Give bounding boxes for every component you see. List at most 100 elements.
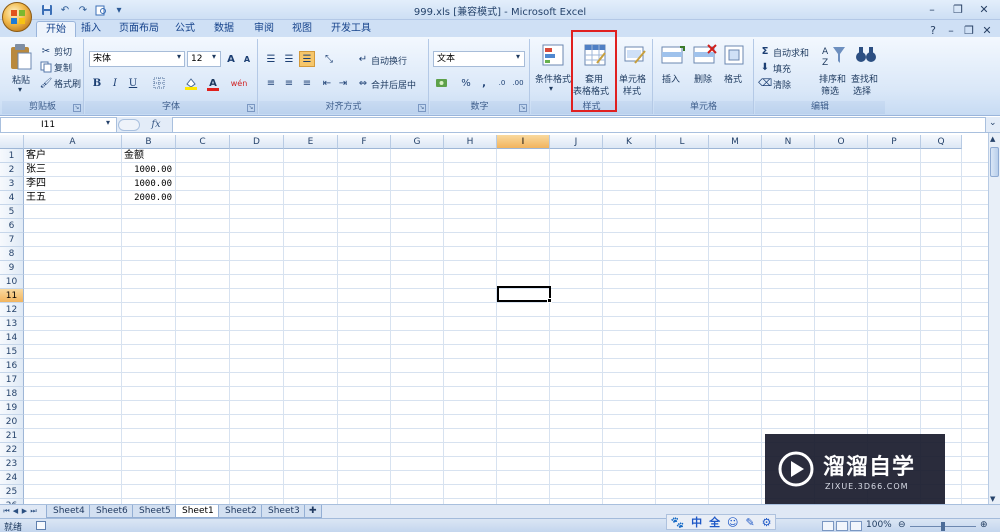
- formula-input[interactable]: [172, 117, 986, 133]
- delete-cells-label[interactable]: 删除: [694, 72, 712, 85]
- row-header-9[interactable]: 9: [0, 261, 24, 275]
- borders-icon[interactable]: [151, 75, 167, 91]
- row-header-5[interactable]: 5: [0, 205, 24, 219]
- cell-styles-label-2[interactable]: 样式: [623, 84, 641, 97]
- cell-b1[interactable]: 金额: [124, 149, 144, 163]
- scroll-down-icon[interactable]: ▼: [990, 495, 995, 503]
- conditional-formatting-icon[interactable]: [541, 43, 567, 69]
- ribbon-restore-icon[interactable]: ❐: [962, 22, 976, 38]
- normal-view-icon[interactable]: [822, 521, 834, 531]
- increase-indent-icon[interactable]: ⇥: [335, 75, 351, 91]
- scroll-thumb[interactable]: [990, 147, 999, 177]
- row-header-17[interactable]: 17: [0, 373, 24, 387]
- row-header-20[interactable]: 20: [0, 415, 24, 429]
- name-box[interactable]: I11: [0, 117, 117, 133]
- shrink-font-icon[interactable]: A: [239, 51, 255, 67]
- page-break-view-icon[interactable]: [850, 521, 862, 531]
- select-all-corner[interactable]: [0, 135, 24, 149]
- cut-label[interactable]: 剪切: [54, 45, 72, 58]
- cell-b4[interactable]: 2000.00: [122, 191, 172, 205]
- row-header-25[interactable]: 25: [0, 485, 24, 499]
- font-name-box[interactable]: 宋体: [89, 51, 185, 67]
- next-sheet-icon[interactable]: ▶: [20, 506, 29, 517]
- sort-filter-icon[interactable]: AZ: [821, 43, 847, 69]
- font-size-dropdown-icon[interactable]: ▾: [212, 52, 216, 61]
- cell-a1[interactable]: 客户: [26, 149, 46, 163]
- format-cells-icon[interactable]: [722, 43, 748, 69]
- insert-sheet-icon[interactable]: ✚: [304, 505, 322, 518]
- conditional-formatting-dropdown-icon[interactable]: ▾: [549, 84, 553, 93]
- tab-review[interactable]: 审阅: [245, 21, 283, 38]
- row-header-3[interactable]: 3: [0, 177, 24, 191]
- row-header-22[interactable]: 22: [0, 443, 24, 457]
- fill-icon[interactable]: ⬇: [757, 59, 773, 75]
- increase-decimal-icon[interactable]: .0: [494, 75, 510, 91]
- italic-button[interactable]: I: [107, 75, 123, 91]
- ime-emoji-icon[interactable]: ☺: [727, 516, 738, 529]
- insert-function-button[interactable]: fx: [142, 118, 170, 132]
- tab-data[interactable]: 数据: [205, 21, 243, 38]
- copy-label[interactable]: 复制: [54, 61, 72, 74]
- align-left-icon[interactable]: ≡: [263, 75, 279, 91]
- column-header-h[interactable]: H: [444, 135, 497, 149]
- decrease-decimal-icon[interactable]: .00: [510, 75, 526, 91]
- cell-a3[interactable]: 李四: [26, 177, 46, 191]
- zoom-slider-thumb[interactable]: [941, 522, 945, 531]
- vertical-scrollbar[interactable]: ▲ ▼: [988, 133, 1000, 505]
- ime-pen-icon[interactable]: ✎: [745, 516, 754, 529]
- restore-icon[interactable]: ❐: [946, 1, 970, 17]
- cell-b3[interactable]: 1000.00: [122, 177, 172, 191]
- ime-settings-icon[interactable]: ⚙: [762, 516, 772, 529]
- row-header-2[interactable]: 2: [0, 163, 24, 177]
- help-icon[interactable]: ?: [926, 22, 940, 38]
- formula-expand-icon[interactable]: [118, 119, 140, 131]
- column-header-k[interactable]: K: [603, 135, 656, 149]
- cell-styles-icon[interactable]: [623, 43, 649, 69]
- column-header-j[interactable]: J: [550, 135, 603, 149]
- paste-icon[interactable]: [8, 43, 34, 70]
- decrease-indent-icon[interactable]: ⇤: [319, 75, 335, 91]
- row-header-11[interactable]: 11: [0, 289, 24, 303]
- align-middle-icon[interactable]: ☰: [281, 51, 297, 67]
- tab-formulas[interactable]: 公式: [166, 21, 204, 38]
- name-box-dropdown-icon[interactable]: ▾: [106, 118, 110, 127]
- delete-cells-icon[interactable]: [692, 43, 718, 69]
- currency-icon[interactable]: [433, 75, 449, 91]
- sheet-tab-sheet1[interactable]: Sheet1: [175, 505, 221, 518]
- row-header-4[interactable]: 4: [0, 191, 24, 205]
- office-button[interactable]: [2, 2, 32, 32]
- font-name-dropdown-icon[interactable]: ▾: [177, 52, 181, 61]
- comma-button[interactable]: ,: [476, 75, 492, 91]
- copy-icon[interactable]: [38, 59, 54, 75]
- macro-record-icon[interactable]: [36, 521, 46, 530]
- grow-font-icon[interactable]: A: [223, 51, 239, 67]
- sheet-tab-sheet6[interactable]: Sheet6: [89, 505, 135, 518]
- scroll-up-icon[interactable]: ▲: [990, 135, 995, 143]
- tab-insert[interactable]: 插入: [72, 21, 110, 38]
- row-header-23[interactable]: 23: [0, 457, 24, 471]
- align-center-icon[interactable]: ≡: [281, 75, 297, 91]
- align-bottom-icon[interactable]: ☰: [299, 51, 315, 67]
- row-header-13[interactable]: 13: [0, 317, 24, 331]
- last-sheet-icon[interactable]: ⏭: [29, 506, 38, 517]
- column-header-d[interactable]: D: [230, 135, 284, 149]
- clipboard-launcher-icon[interactable]: ↘: [73, 104, 81, 112]
- sort-filter-label-2[interactable]: 筛选: [821, 84, 839, 97]
- row-header-6[interactable]: 6: [0, 219, 24, 233]
- paste-dropdown-icon[interactable]: ▾: [18, 85, 22, 94]
- column-header-g[interactable]: G: [391, 135, 444, 149]
- ribbon-minimize-icon[interactable]: –: [944, 22, 958, 38]
- column-header-q[interactable]: Q: [921, 135, 962, 149]
- merge-center-label[interactable]: 合并后居中: [371, 78, 416, 91]
- alignment-launcher-icon[interactable]: ↘: [418, 104, 426, 112]
- fill-label[interactable]: 填充: [773, 62, 791, 75]
- page-layout-view-icon[interactable]: [836, 521, 848, 531]
- column-header-m[interactable]: M: [709, 135, 762, 149]
- sheet-tab-sheet2[interactable]: Sheet2: [218, 505, 264, 518]
- tab-view[interactable]: 视图: [283, 21, 321, 38]
- number-format-box[interactable]: 文本: [433, 51, 525, 67]
- number-launcher-icon[interactable]: ↘: [519, 104, 527, 112]
- column-header-b[interactable]: B: [122, 135, 176, 149]
- number-format-dropdown-icon[interactable]: ▾: [516, 52, 520, 61]
- align-top-icon[interactable]: ☰: [263, 51, 279, 67]
